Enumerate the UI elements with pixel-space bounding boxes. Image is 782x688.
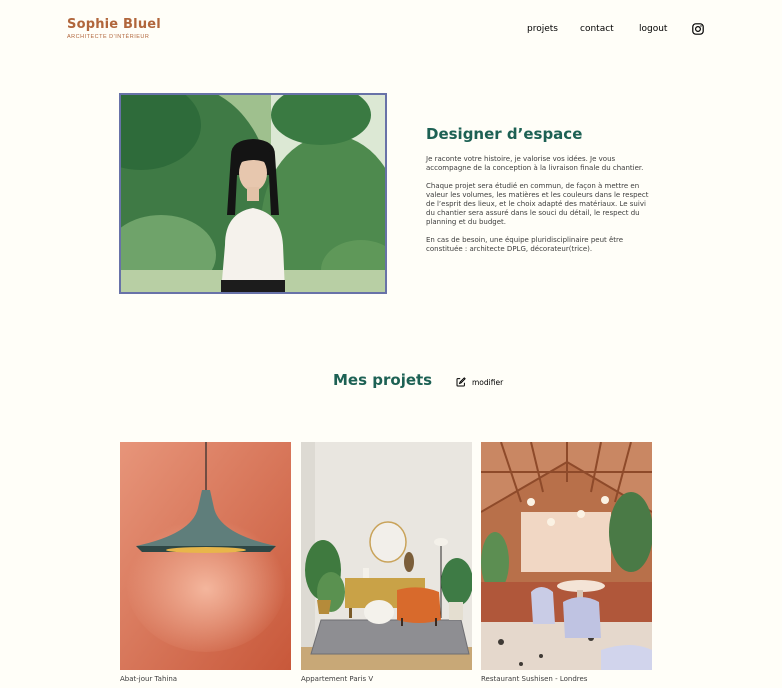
instagram-icon[interactable] [692, 23, 704, 35]
projects-title: Mes projets [333, 371, 433, 389]
project-card[interactable]: Appartement Paris V [301, 442, 472, 683]
intro-paragraph: Chaque projet sera étudié en commun, de … [426, 182, 649, 226]
architect-portrait [119, 93, 387, 294]
intro-text: Je raconte votre histoire, je valorise v… [426, 155, 652, 263]
project-image-apartment[interactable] [301, 442, 472, 670]
project-caption: Abat-jour Tahina [120, 675, 178, 683]
nav-contact-link[interactable]: contact [580, 24, 614, 34]
main-nav: projets contact logout [0, 24, 782, 38]
intro-title: Designer d’espace [426, 125, 583, 143]
project-card[interactable]: Restaurant Sushisen - Londres [481, 442, 652, 683]
page-header: Sophie Bluel ARCHITECTE D'INTÉRIEUR proj… [0, 0, 782, 60]
project-card[interactable]: Abat-jour Tahina [120, 442, 291, 683]
project-image-lamp[interactable] [120, 442, 291, 670]
project-caption: Restaurant Sushisen - Londres [481, 675, 588, 683]
nav-projets-link[interactable]: projets [527, 24, 558, 34]
pen-to-square-icon [456, 377, 466, 387]
project-caption: Appartement Paris V [301, 675, 374, 683]
intro-paragraph: Je raconte votre histoire, je valorise v… [426, 155, 644, 172]
edit-projects-button[interactable]: modifier [456, 376, 503, 388]
project-image-restaurant[interactable] [481, 442, 652, 670]
intro-paragraph: En cas de besoin, une équipe pluridiscip… [426, 236, 624, 253]
edit-label: modifier [472, 377, 504, 387]
projects-gallery: Abat-jour Tahina Appartement Paris V Res… [120, 442, 652, 688]
nav-logout-link[interactable]: logout [639, 24, 667, 34]
